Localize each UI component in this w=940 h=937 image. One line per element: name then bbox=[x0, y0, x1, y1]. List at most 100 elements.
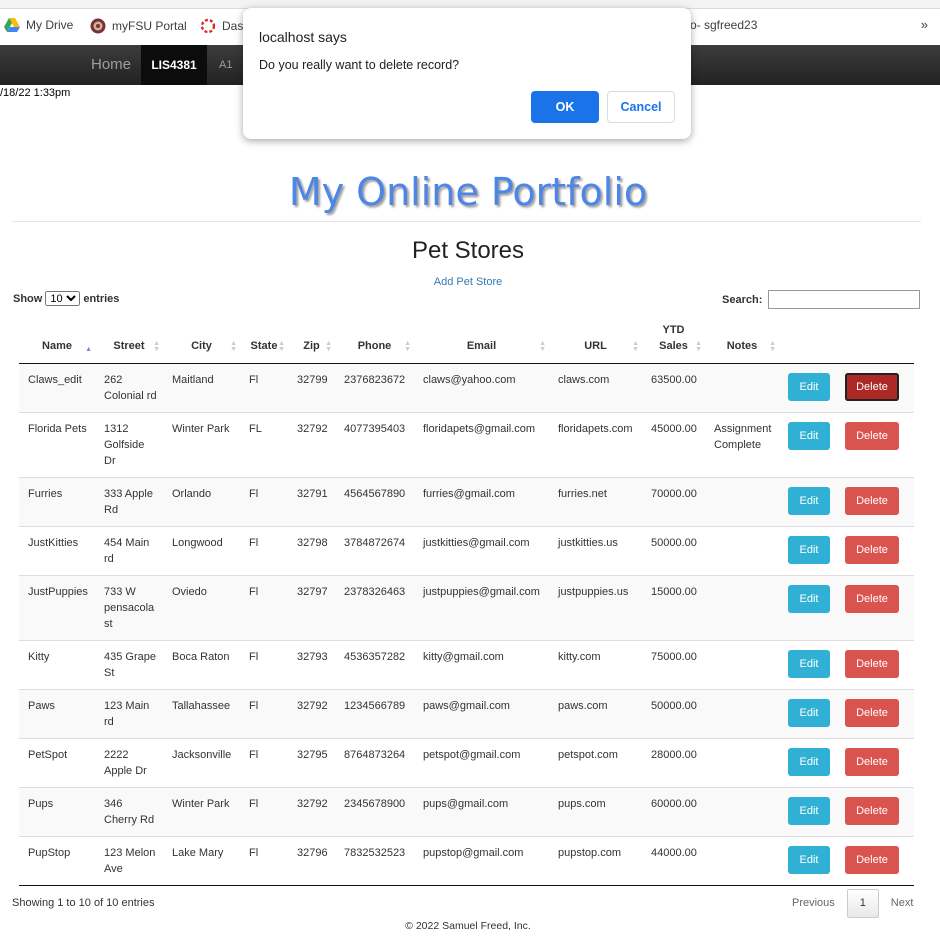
delete-button[interactable]: Delete bbox=[845, 422, 899, 450]
cell-notes bbox=[705, 836, 779, 885]
cell-delete: Delete bbox=[836, 363, 914, 413]
delete-button[interactable]: Delete bbox=[845, 585, 899, 613]
delete-button[interactable]: Delete bbox=[845, 699, 899, 727]
column-header-url[interactable]: URL ▲ ▼ bbox=[549, 322, 642, 364]
cell-zip: 32799 bbox=[288, 363, 335, 413]
cell-city: Lake Mary bbox=[163, 836, 240, 885]
cell-notes bbox=[705, 477, 779, 527]
column-header-notes[interactable]: Notes ▲ ▼ bbox=[705, 322, 779, 364]
footer: © 2022 Samuel Freed, Inc. bbox=[405, 920, 531, 932]
cell-city: Winter Park bbox=[163, 787, 240, 837]
edit-button[interactable]: Edit bbox=[788, 699, 830, 727]
bookmark-label: o- sgfreed23 bbox=[690, 18, 758, 32]
sort-both-icon: ▲ ▼ bbox=[278, 340, 285, 353]
column-header-label: Zip bbox=[303, 339, 320, 352]
show-label: Show bbox=[13, 292, 43, 305]
delete-button[interactable]: Delete bbox=[845, 536, 899, 564]
cell-email: pups@gmail.com bbox=[414, 787, 549, 837]
cancel-button[interactable]: Cancel bbox=[607, 91, 675, 123]
edit-button[interactable]: Edit bbox=[788, 422, 830, 450]
cell-phone: 2345678900 bbox=[335, 787, 414, 837]
column-header-ytd-sales[interactable]: YTD Sales ▲ ▼ bbox=[642, 322, 705, 364]
ok-button[interactable]: OK bbox=[531, 91, 599, 123]
cell-phone: 4077395403 bbox=[335, 412, 414, 478]
next-button[interactable]: Next bbox=[879, 890, 926, 917]
sort-both-icon: ▲ ▼ bbox=[230, 340, 237, 353]
add-pet-store-link[interactable]: Add Pet Store bbox=[0, 276, 936, 288]
column-header-actions bbox=[836, 322, 914, 364]
delete-button[interactable]: Delete bbox=[845, 748, 899, 776]
delete-button[interactable]: Delete bbox=[845, 373, 899, 401]
edit-button[interactable]: Edit bbox=[788, 846, 830, 874]
sort-both-icon: ▲ ▼ bbox=[539, 340, 546, 353]
column-header-zip[interactable]: Zip ▲ ▼ bbox=[288, 322, 335, 364]
cell-zip: 32798 bbox=[288, 526, 335, 576]
delete-button[interactable]: Delete bbox=[845, 650, 899, 678]
edit-button[interactable]: Edit bbox=[788, 373, 830, 401]
edit-button[interactable]: Edit bbox=[788, 487, 830, 515]
entries-select[interactable]: 10 bbox=[45, 291, 81, 306]
table-row: Furries 333 Apple Rd Orlando Fl 32791 4564567… bbox=[19, 477, 914, 527]
cell-phone: 1234566789 bbox=[335, 689, 414, 739]
page-1-button[interactable]: 1 bbox=[846, 889, 879, 918]
cell-delete: Delete bbox=[836, 738, 914, 788]
cell-url: furries.net bbox=[549, 477, 642, 527]
bookmarks-overflow-icon[interactable]: » bbox=[921, 17, 928, 32]
cell-name: Claws_edit bbox=[19, 363, 95, 413]
sort-ascending-icon: ▲ bbox=[85, 346, 92, 353]
cell-delete: Delete bbox=[836, 575, 914, 641]
cell-sales: 50000.00 bbox=[642, 526, 705, 576]
delete-button[interactable]: Delete bbox=[845, 487, 899, 515]
cell-edit: Edit bbox=[779, 575, 836, 641]
cell-url: justpuppies.us bbox=[549, 575, 642, 641]
cell-url: paws.com bbox=[549, 689, 642, 739]
bookmark-sgfreed23[interactable]: o- sgfreed23 bbox=[690, 18, 757, 32]
column-header-phone[interactable]: Phone ▲ ▼ bbox=[335, 322, 414, 364]
cell-email: kitty@gmail.com bbox=[414, 640, 549, 690]
previous-button[interactable]: Previous bbox=[780, 890, 847, 917]
cell-street: 2222 Apple Dr bbox=[95, 738, 163, 788]
cell-url: petspot.com bbox=[549, 738, 642, 788]
column-header-label: Notes bbox=[726, 339, 758, 352]
edit-button[interactable]: Edit bbox=[788, 797, 830, 825]
cell-delete: Delete bbox=[836, 477, 914, 527]
search-input[interactable] bbox=[768, 290, 921, 309]
edit-button[interactable]: Edit bbox=[788, 748, 830, 776]
cell-url: floridapets.com bbox=[549, 412, 642, 478]
cell-notes bbox=[705, 689, 779, 739]
cell-notes bbox=[705, 575, 779, 641]
edit-button[interactable]: Edit bbox=[788, 536, 830, 564]
nav-lis4381[interactable]: LIS4381 bbox=[141, 45, 207, 85]
delete-button[interactable]: Delete bbox=[845, 797, 899, 825]
edit-button[interactable]: Edit bbox=[788, 585, 830, 613]
column-header-email[interactable]: Email ▲ ▼ bbox=[414, 322, 549, 364]
cell-sales: 45000.00 bbox=[642, 412, 705, 478]
cell-state: Fl bbox=[240, 689, 288, 739]
cell-email: furries@gmail.com bbox=[414, 477, 549, 527]
bookmark-myfsu[interactable]: myFSU Portal bbox=[90, 18, 187, 34]
cell-name: PupStop bbox=[19, 836, 95, 885]
table-row: PetSpot 2222 Apple Dr Jacksonville Fl 32795 8… bbox=[19, 738, 914, 788]
edit-button[interactable]: Edit bbox=[788, 650, 830, 678]
cell-notes bbox=[705, 738, 779, 788]
cell-delete: Delete bbox=[836, 836, 914, 885]
table-header-row: Name ▲ Street ▲ ▼ City ▲ ▼ State ▲ ▼ Zip ▲ ▼ Phone ▲ ▼ Em… bbox=[19, 322, 914, 364]
sort-both-icon: ▲ ▼ bbox=[632, 340, 639, 353]
cell-city: Tallahassee bbox=[163, 689, 240, 739]
column-header-state[interactable]: State ▲ ▼ bbox=[240, 322, 288, 364]
cell-state: Fl bbox=[240, 738, 288, 788]
table-info: Showing 1 to 10 of 10 entries bbox=[12, 897, 155, 909]
bookmark-das[interactable]: Das bbox=[200, 18, 243, 34]
cell-state: Fl bbox=[240, 363, 288, 413]
bookmark-my-drive[interactable]: My Drive bbox=[4, 18, 73, 32]
nav-home[interactable]: Home bbox=[91, 45, 131, 85]
column-header-label: City bbox=[191, 339, 212, 352]
nav-a1[interactable]: A1 bbox=[219, 45, 232, 85]
column-header-name[interactable]: Name ▲ bbox=[19, 322, 95, 364]
cell-zip: 32793 bbox=[288, 640, 335, 690]
table-row: Kitty 435 Grape St Boca Raton Fl 32793 453635… bbox=[19, 640, 914, 690]
column-header-city[interactable]: City ▲ ▼ bbox=[163, 322, 240, 364]
column-header-street[interactable]: Street ▲ ▼ bbox=[95, 322, 163, 364]
delete-button[interactable]: Delete bbox=[845, 846, 899, 874]
cell-street: 123 Main rd bbox=[95, 689, 163, 739]
